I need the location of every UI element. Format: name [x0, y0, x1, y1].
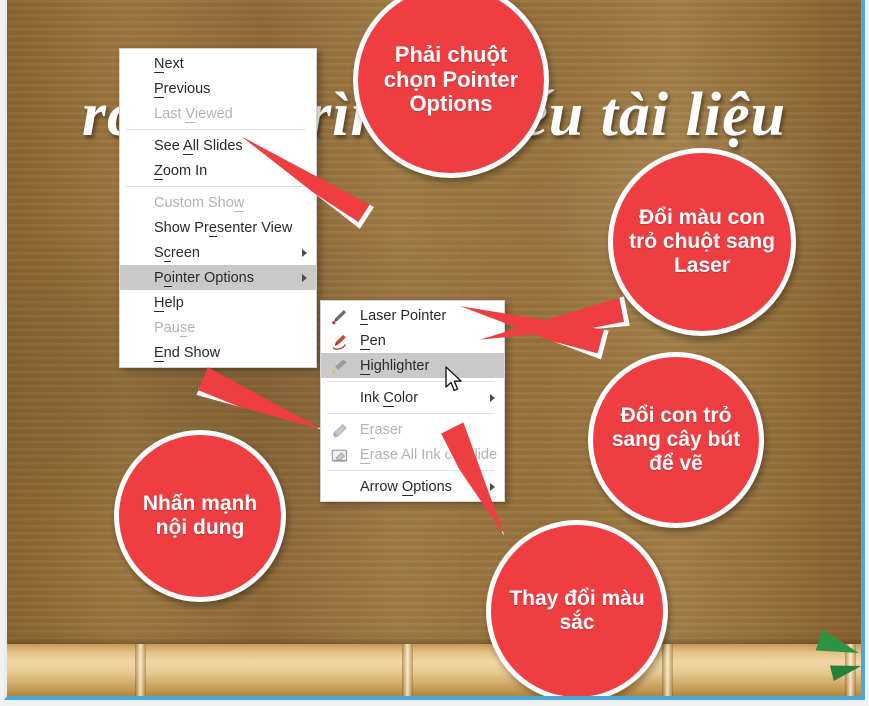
- menu-separator: [126, 186, 306, 187]
- menu-item-label: Help: [154, 294, 184, 312]
- menu-item-label: End Show: [154, 344, 221, 362]
- mouse-pointer-icon: [445, 366, 462, 392]
- menu-separator: [126, 129, 306, 130]
- slide-frame: rc thức trình chiếu tài liệu NextPreviou…: [4, 0, 865, 700]
- menu-item-label: Screen: [154, 244, 200, 262]
- menu-item-end-show[interactable]: End Show: [120, 340, 316, 365]
- menu-icon-placeholder: [330, 389, 349, 408]
- submenu-arrow-icon: [302, 273, 307, 282]
- menu-item-label: Previous: [154, 80, 211, 98]
- callout-pen: Đổi con trỏ sang cây bút để vẽ: [588, 352, 764, 528]
- bamboo-node: [135, 644, 146, 696]
- slideshow-context-menu[interactable]: Next Previous Last Viewed See All Slides Zoo…: [119, 48, 317, 368]
- menu-item-label: Pause: [154, 319, 196, 337]
- menu-item-label: Show Presenter View: [154, 219, 293, 237]
- pen-icon: [330, 332, 349, 351]
- menu-item-label: See All Slides: [154, 137, 243, 155]
- menu-item-laser-pointer[interactable]: Laser Pointer: [321, 303, 504, 328]
- menu-item-label: Arrow Options: [360, 478, 452, 496]
- bamboo-bar: [7, 644, 861, 696]
- menu-item-highlighter[interactable]: Highlighter: [321, 353, 504, 378]
- menu-item-label: Laser Pointer: [360, 307, 447, 325]
- callout-text: Đổi con trỏ sang cây bút để vẽ: [611, 404, 741, 475]
- menu-item-label: Zoom In: [154, 162, 208, 180]
- menu-item-screen[interactable]: Screen: [120, 240, 316, 265]
- menu-item-pen[interactable]: Pen: [321, 328, 504, 353]
- submenu-arrow-icon: [302, 248, 307, 257]
- bamboo-node: [402, 644, 413, 696]
- menu-item-previous[interactable]: Previous: [120, 76, 316, 101]
- submenu-arrow-icon: [490, 393, 495, 402]
- menu-icon-placeholder: [330, 478, 349, 497]
- callout-highlighter: Nhấn mạnh nội dung: [114, 430, 286, 602]
- menu-item-help[interactable]: Help: [120, 290, 316, 315]
- menu-item-label: Last Viewed: [154, 105, 233, 123]
- erase-all-ink-icon: [330, 446, 349, 465]
- bamboo-node: [662, 644, 673, 696]
- menu-item-see-all-slides[interactable]: See All Slides: [120, 133, 316, 158]
- callout-laser: Đổi màu con trỏ chuột sang Laser: [608, 148, 796, 336]
- menu-item-label: Custom Show: [154, 194, 245, 212]
- menu-item-label: Next: [154, 55, 184, 73]
- menu-item-next[interactable]: Next: [120, 51, 316, 76]
- menu-separator: [327, 381, 494, 382]
- menu-item-pause: Pause: [120, 315, 316, 340]
- menu-separator: [327, 413, 494, 414]
- callout-text: Nhấn mạnh nội dung: [142, 492, 258, 539]
- menu-item-pointer-options[interactable]: Pointer Options: [120, 265, 316, 290]
- menu-item-label: Eraser: [360, 421, 403, 439]
- menu-item-show-presenter-view[interactable]: Show Presenter View: [120, 215, 316, 240]
- menu-item-eraser: Eraser: [321, 417, 504, 442]
- callout-text: Phải chuột chọn Pointer Options: [383, 41, 519, 117]
- screenshot-root: rc thức trình chiếu tài liệu NextPreviou…: [0, 0, 869, 706]
- callout-ink-color: Thay đổi màu sắc: [486, 520, 668, 696]
- menu-item-label: Pointer Options: [154, 269, 254, 287]
- menu-item-label: Pen: [360, 332, 386, 350]
- menu-item-label: Ink Color: [360, 389, 419, 407]
- highlighter-icon: [330, 357, 349, 376]
- menu-item-last-viewed: Last Viewed: [120, 101, 316, 126]
- eraser-icon: [330, 421, 349, 440]
- menu-item-custom-show: Custom Show: [120, 190, 316, 215]
- submenu-arrow-icon: [490, 482, 495, 491]
- menu-item-label: Highlighter: [360, 357, 430, 375]
- menu-item-ink-color[interactable]: Ink Color: [321, 385, 504, 410]
- callout-text: Thay đổi màu sắc: [509, 587, 645, 634]
- callout-text: Đổi màu con trỏ chuột sang Laser: [629, 206, 775, 277]
- laser-pointer-icon: [330, 307, 349, 326]
